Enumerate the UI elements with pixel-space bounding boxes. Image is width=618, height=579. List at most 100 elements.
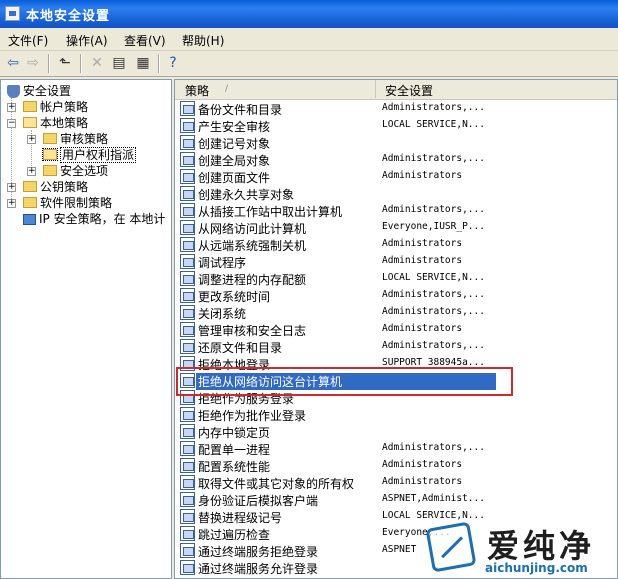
forward-arrow-icon[interactable]: ⇨ [24,54,42,72]
menu-view[interactable]: 查看(V) [124,32,166,49]
policy-icon [180,543,195,558]
table-row[interactable]: 产生安全审核 LOCAL SERVICE,N... [175,117,617,134]
policy-icon [180,458,195,473]
policy-setting: Administrators,... [382,340,485,351]
table-row[interactable]: 关闭系统 Administrators,... [175,304,617,321]
policy-icon [180,118,195,133]
policy-setting: Administrators,... [382,442,485,453]
window-title: 本地安全设置 [26,9,111,24]
folder-icon [43,133,57,144]
policy-name: 从网络访问此计算机 [198,222,307,236]
policy-icon [180,560,195,575]
policy-name: 还原文件和目录 [198,341,283,355]
menu-action[interactable]: 操作(A) [66,32,108,49]
column-header-policy[interactable]: 策略 / [175,80,376,98]
up-folder-icon[interactable]: ⬑ [56,54,74,72]
table-row[interactable]: 创建永久共享对象 [175,185,617,202]
table-row[interactable]: 更改系统时间 Administrators,... [175,287,617,304]
policy-setting: Administrators [382,476,463,487]
back-arrow-icon[interactable]: ⇦ [4,54,22,72]
table-row[interactable]: 调整进程的内存配额 LOCAL SERVICE,N... [175,270,617,287]
policy-setting: Administrators [382,170,463,181]
policy-name: 更改系统时间 [198,290,271,304]
export-list-icon[interactable]: ▦ [134,54,152,72]
policy-setting: ASPNET [382,544,417,555]
menu-file[interactable]: 文件(F) [8,32,48,49]
policy-name: 产生安全审核 [198,120,271,134]
table-row[interactable]: 身份验证后模拟客户端 ASPNET,Administ... [175,491,617,508]
table-row[interactable]: 取得文件或其它对象的所有权 Administrators [175,474,617,491]
table-row[interactable]: 管理审核和安全日志 Administrators [175,321,617,338]
policy-name: 身份验证后模拟客户端 [198,494,319,508]
policy-name: 通过终端服务允许登录 [198,562,319,576]
policy-icon [180,509,195,524]
table-row[interactable]: 配置单一进程 Administrators,... [175,440,617,457]
policy-setting: LOCAL SERVICE,N... [382,272,485,283]
policy-setting: Everyone,IUSR_P... [382,221,485,232]
table-row[interactable]: 备份文件和目录 Administrators,... [175,100,617,117]
computer-icon [23,214,36,225]
table-row[interactable]: 内存中锁定页 [175,423,617,440]
watermark-url: aichunjing.com [485,561,588,575]
policy-icon [180,101,195,116]
security-settings-icon [7,85,20,98]
open-folder-icon [23,117,37,128]
policy-icon [180,305,195,320]
policy-name: 跳过遍历检查 [198,528,271,542]
tree-item-user-rights[interactable]: 用户权利指派 [42,147,137,163]
delete-icon[interactable]: ✕ [88,54,106,72]
policy-setting: Administrators,... [382,306,485,317]
toolbar: ⇦ ⇨ ⬑ ✕ ▤ ▦ ? [0,51,618,77]
policy-icon [180,152,195,167]
app-icon [5,6,20,21]
collapse-minus-icon[interactable]: − [7,119,16,128]
policy-icon [180,169,195,184]
policy-name: 拒绝作为批作业登录 [198,409,307,423]
policy-setting: LOCAL SERVICE,N... [382,119,485,130]
table-row[interactable]: 从插接工作站中取出计算机 Administrators,... [175,202,617,219]
table-row[interactable]: 创建记号对象 [175,134,617,151]
policy-name: 创建页面文件 [198,171,271,185]
policy-setting: LOCAL SERVICE,N... [382,510,485,521]
policy-icon [180,492,195,507]
table-row[interactable]: 创建页面文件 Administrators [175,168,617,185]
policy-name: 创建全局对象 [198,154,271,168]
policy-setting: Administrators [382,238,463,249]
expand-plus-icon[interactable]: + [7,199,16,208]
tree-item-security-settings[interactable]: 安全设置 [7,83,71,99]
policy-name: 配置系统性能 [198,460,271,474]
table-row[interactable]: 创建全局对象 Administrators,... [175,151,617,168]
column-header-setting[interactable]: 安全设置 [376,80,617,98]
policy-icon [180,203,195,218]
policy-icon [180,407,195,422]
policy-icon [180,322,195,337]
policy-name: 从远端系统强制关机 [198,239,307,253]
table-row[interactable]: 从远端系统强制关机 Administrators [175,236,617,253]
policy-name: 备份文件和目录 [198,103,283,117]
expand-plus-icon[interactable]: + [7,183,16,192]
table-row[interactable]: 从网络访问此计算机 Everyone,IUSR_P... [175,219,617,236]
policy-name: 取得文件或其它对象的所有权 [198,477,355,491]
policy-setting: ASPNET,Administ... [382,493,485,504]
table-row[interactable]: 拒绝作为批作业登录 [175,406,617,423]
site-logo-icon [425,521,477,573]
policy-name: 创建永久共享对象 [198,188,295,202]
expand-plus-icon[interactable]: + [7,103,16,112]
expand-plus-icon[interactable]: + [27,135,36,144]
folder-icon [23,197,37,208]
policy-icon [180,441,195,456]
policy-name: 内存中锁定页 [198,426,271,440]
expand-plus-icon[interactable]: + [27,167,36,176]
policy-setting: Administrators,... [382,153,485,164]
sort-ascending-icon: / [225,84,229,94]
list-header: 策略 / 安全设置 [175,80,617,100]
policy-icon [180,135,195,150]
table-row[interactable]: 调试程序 Administrators [175,253,617,270]
help-icon[interactable]: ? [164,54,182,72]
table-row[interactable]: 还原文件和目录 Administrators,... [175,338,617,355]
policy-name: 调整进程的内存配额 [198,273,307,287]
table-row[interactable]: 配置系统性能 Administrators [175,457,617,474]
properties-icon[interactable]: ▤ [110,54,128,72]
folder-icon [43,165,57,176]
menu-help[interactable]: 帮助(H) [182,32,224,49]
